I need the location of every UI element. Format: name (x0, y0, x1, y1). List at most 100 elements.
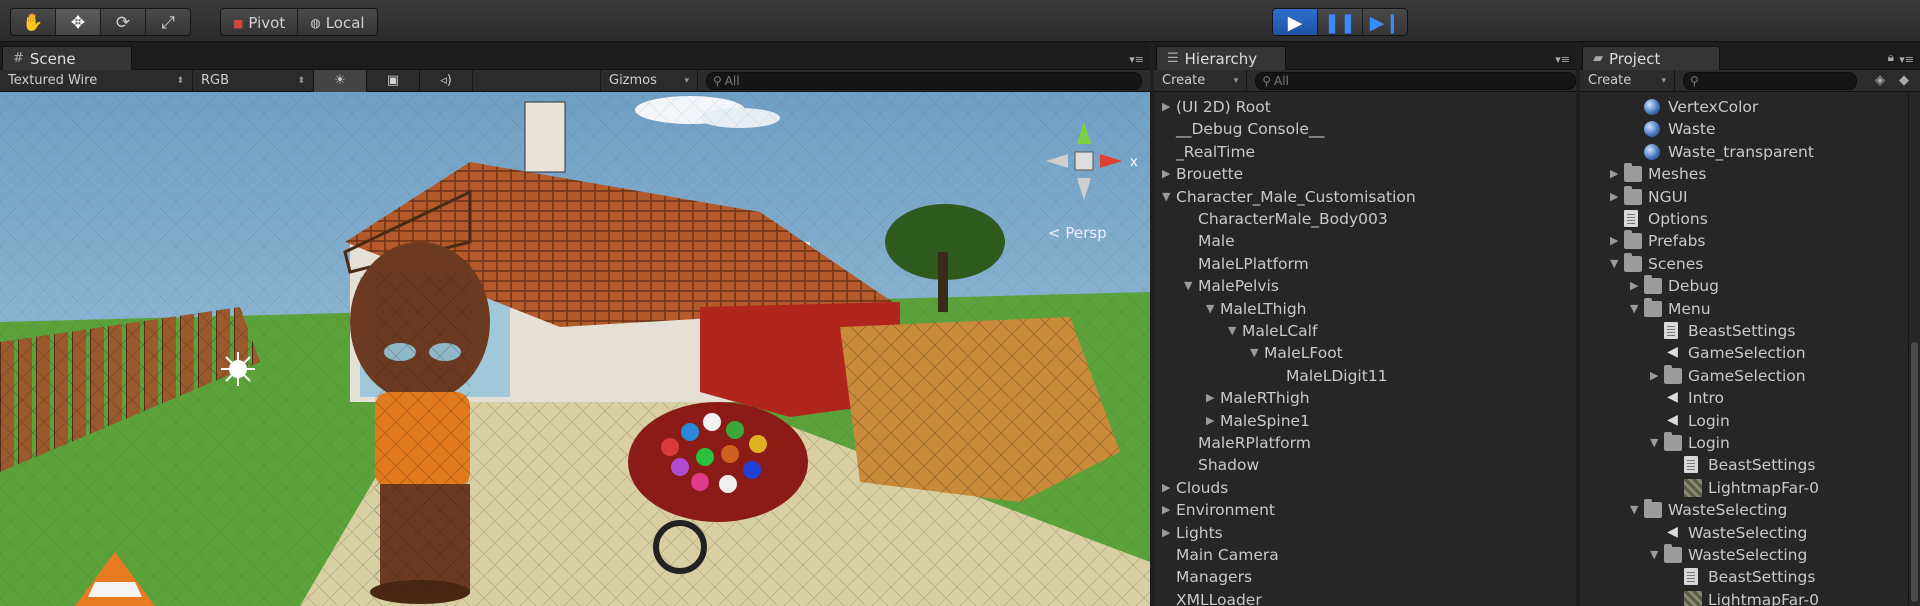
rotate-tool-icon[interactable]: ⟳ (101, 9, 146, 35)
lock-icon[interactable]: 🔒︎ (1888, 50, 1894, 65)
collapsed-arrow-icon[interactable]: ▶ (1610, 186, 1618, 208)
expanded-arrow-icon[interactable]: ▼ (1610, 253, 1618, 275)
tab-project[interactable]: ▰ Project (1582, 46, 1720, 70)
collapsed-arrow-icon[interactable]: ▶ (1630, 275, 1638, 297)
tab-hierarchy[interactable]: ☰ Hierarchy (1156, 46, 1286, 70)
project-item[interactable]: ▼ Menu (1580, 297, 1908, 320)
project-item[interactable]: ▼ WasteSelecting (1580, 499, 1908, 521)
hierarchy-search-input[interactable]: ⚲ All (1255, 71, 1576, 90)
hierarchy-item[interactable]: ▶ MaleRThigh (1154, 387, 1576, 409)
hierarchy-item[interactable]: MaleLDigit11 (1154, 365, 1576, 387)
project-item[interactable]: BeastSettings (1580, 320, 1908, 342)
audio-toggle[interactable]: ◃) (420, 69, 473, 92)
panel-menu-icon[interactable]: ▾≡ (1555, 53, 1570, 66)
hierarchy-item[interactable]: ▼ MaleLThigh (1154, 298, 1576, 320)
expanded-arrow-icon[interactable]: ▼ (1206, 298, 1214, 320)
light-gizmo-icon[interactable] (221, 352, 255, 386)
hand-tool-icon[interactable]: ✋ (11, 9, 56, 35)
project-item[interactable]: ◀ Intro (1580, 387, 1908, 409)
project-item[interactable]: ▶ NGUI (1580, 185, 1908, 208)
project-item[interactable]: ▶ Meshes (1580, 163, 1908, 185)
hierarchy-item[interactable]: ▶ Lights (1154, 522, 1576, 544)
project-item[interactable]: ◀ GameSelection (1580, 342, 1908, 364)
project-item[interactable]: BeastSettings (1580, 454, 1908, 476)
hierarchy-item[interactable]: XMLLoader (1154, 589, 1576, 606)
move-tool-icon[interactable]: ✥ (56, 9, 101, 35)
hierarchy-item[interactable]: ▼ MaleLCalf (1154, 320, 1576, 342)
filter-type-icon[interactable]: ◈ (1875, 73, 1885, 88)
hierarchy-item[interactable]: ▶ Brouette (1154, 163, 1576, 185)
expanded-arrow-icon[interactable]: ▼ (1250, 342, 1258, 364)
create-dropdown[interactable]: Create ▾ (1154, 69, 1248, 92)
hierarchy-item[interactable]: ▼ MalePelvis (1154, 275, 1576, 297)
expanded-arrow-icon[interactable]: ▼ (1650, 432, 1658, 454)
collapsed-arrow-icon[interactable]: ▶ (1650, 365, 1658, 387)
project-item[interactable]: LightmapFar-0 (1580, 589, 1908, 606)
collapsed-arrow-icon[interactable]: ▶ (1206, 410, 1214, 432)
pivot-button[interactable]: ■ Pivot (221, 9, 299, 35)
expanded-arrow-icon[interactable]: ▼ (1630, 499, 1638, 521)
project-item[interactable]: ▶ Prefabs (1580, 230, 1908, 252)
project-item[interactable]: Waste_transparent (1580, 141, 1908, 163)
scene-search-input[interactable]: ⚲ All (706, 71, 1142, 90)
project-item[interactable]: ▶ Debug (1580, 275, 1908, 297)
effects-toggle[interactable]: ▣ (367, 69, 420, 92)
hierarchy-item[interactable]: Male (1154, 230, 1576, 252)
project-item[interactable]: LightmapFar-0 (1580, 477, 1908, 499)
color-mode-dropdown[interactable]: RGB ⬍ (193, 69, 314, 92)
project-item[interactable]: ▼ Scenes (1580, 252, 1908, 275)
collapsed-arrow-icon[interactable]: ▶ (1206, 387, 1214, 409)
hierarchy-item[interactable]: MaleRPlatform (1154, 432, 1576, 454)
scrollbar-thumb[interactable] (1911, 342, 1918, 602)
hierarchy-item[interactable]: ▶ (UI 2D) Root (1154, 96, 1576, 118)
expanded-arrow-icon[interactable]: ▼ (1630, 298, 1638, 320)
project-scrollbar[interactable] (1908, 92, 1920, 606)
hierarchy-item[interactable]: ▶ MaleSpine1 (1154, 410, 1576, 432)
hierarchy-item[interactable]: Managers (1154, 566, 1576, 588)
hierarchy-item[interactable]: ▼ MaleLFoot (1154, 342, 1576, 364)
projection-label[interactable]: < Persp (1048, 224, 1107, 242)
local-button[interactable]: ◍ Local (298, 9, 376, 35)
collapsed-arrow-icon[interactable]: ▶ (1162, 522, 1170, 544)
collapsed-arrow-icon[interactable]: ▶ (1162, 96, 1170, 118)
project-item[interactable]: Options (1580, 208, 1908, 230)
collapsed-arrow-icon[interactable]: ▶ (1162, 499, 1170, 521)
gizmos-dropdown[interactable]: Gizmos ▾ (600, 69, 698, 92)
project-item[interactable]: ▶ GameSelection (1580, 364, 1908, 387)
hierarchy-item[interactable]: __Debug Console__ (1154, 118, 1576, 140)
project-search-input[interactable]: ⚲ (1683, 71, 1857, 90)
expanded-arrow-icon[interactable]: ▼ (1228, 320, 1236, 342)
project-item[interactable]: Waste (1580, 118, 1908, 140)
hierarchy-item[interactable]: _RealTime (1154, 141, 1576, 163)
panel-menu-icon[interactable]: ▾≡ (1129, 53, 1144, 66)
hierarchy-item[interactable]: ▼ Character_Male_Customisation (1154, 186, 1576, 208)
create-dropdown[interactable]: Create ▾ (1580, 69, 1675, 92)
collapsed-arrow-icon[interactable]: ▶ (1162, 163, 1170, 185)
hierarchy-item[interactable]: Shadow (1154, 454, 1576, 476)
collapsed-arrow-icon[interactable]: ▶ (1610, 163, 1618, 185)
expanded-arrow-icon[interactable]: ▼ (1184, 275, 1192, 297)
step-icon[interactable]: ▶❙ (1363, 9, 1407, 35)
panel-menu-icon[interactable]: ▾≡ (1899, 53, 1914, 66)
scene-viewport[interactable]: x < Persp (0, 92, 1150, 606)
project-item[interactable]: ◀ WasteSelecting (1580, 522, 1908, 544)
project-item[interactable]: VertexColor (1580, 96, 1908, 118)
project-item[interactable]: ◀ Login (1580, 410, 1908, 432)
tab-scene[interactable]: # Scene (2, 46, 132, 70)
hierarchy-item[interactable]: Main Camera (1154, 544, 1576, 566)
project-item[interactable]: ▼ WasteSelecting (1580, 544, 1908, 566)
hierarchy-item[interactable]: CharacterMale_Body003 (1154, 208, 1576, 230)
scale-tool-icon[interactable]: ⤢ (146, 9, 190, 35)
pause-icon[interactable]: ❚❚ (1318, 9, 1363, 35)
filter-label-icon[interactable]: ◆ (1899, 73, 1909, 88)
collapsed-arrow-icon[interactable]: ▶ (1162, 477, 1170, 499)
expanded-arrow-icon[interactable]: ▼ (1650, 544, 1658, 566)
lighting-toggle[interactable]: ☀ (314, 69, 367, 92)
hierarchy-item[interactable]: ▶ Environment (1154, 499, 1576, 521)
collapsed-arrow-icon[interactable]: ▶ (1610, 230, 1618, 252)
hierarchy-item[interactable]: MaleLPlatform (1154, 253, 1576, 275)
shading-mode-dropdown[interactable]: Textured Wire ⬍ (0, 69, 193, 92)
expanded-arrow-icon[interactable]: ▼ (1162, 186, 1170, 208)
project-item[interactable]: BeastSettings (1580, 566, 1908, 588)
hierarchy-item[interactable]: ▶ Clouds (1154, 477, 1576, 499)
